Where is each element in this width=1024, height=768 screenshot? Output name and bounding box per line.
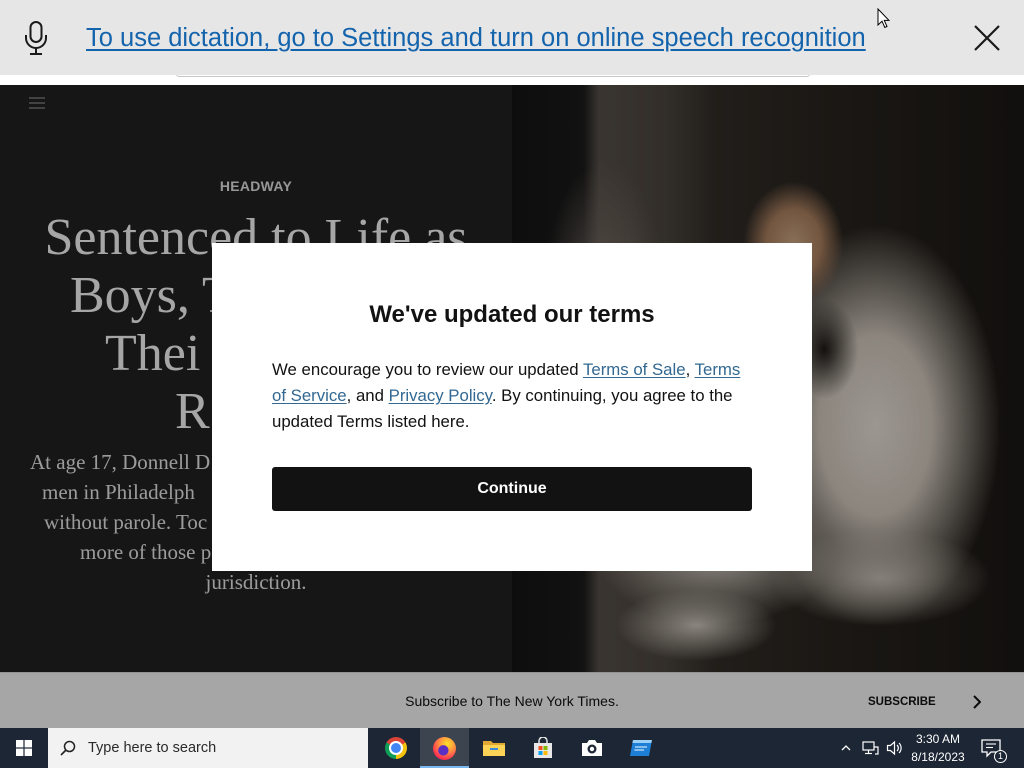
dialog-text: We encourage you to review our updated	[272, 360, 583, 379]
app-window-icon	[629, 740, 652, 756]
start-button[interactable]	[0, 728, 48, 768]
search-icon	[60, 740, 76, 756]
file-explorer-icon	[482, 741, 505, 756]
dictation-settings-link[interactable]: To use dictation, go to Settings and tur…	[86, 22, 866, 54]
taskbar-apps	[371, 728, 665, 768]
clock-date: 8/18/2023	[911, 750, 965, 764]
show-hidden-icons-icon[interactable]	[841, 744, 851, 751]
network-icon[interactable]	[862, 740, 879, 756]
taskbar-app-chrome[interactable]	[371, 728, 420, 768]
dialog-message: We encourage you to review our updated T…	[272, 357, 752, 435]
page-header-strip	[0, 75, 1024, 85]
taskbar-app-window[interactable]	[616, 728, 665, 768]
chrome-icon	[384, 737, 407, 759]
dictation-bar: To use dictation, go to Settings and tur…	[0, 0, 1024, 75]
camera-icon	[581, 740, 602, 756]
taskbar-clock[interactable]: 3:30 AM 8/18/2023	[906, 728, 970, 768]
taskbar-app-camera[interactable]	[567, 728, 616, 768]
privacy-policy-link[interactable]: Privacy Policy	[389, 386, 492, 405]
dialog-text: ,	[685, 360, 695, 379]
windows-start-icon	[16, 740, 32, 756]
taskbar: Type here to search 3:30 AM 8/18/2023 1	[0, 728, 1024, 768]
dialog-text: , and	[346, 386, 389, 405]
taskbar-app-firefox[interactable]	[420, 728, 469, 768]
close-icon[interactable]	[973, 24, 1001, 52]
taskbar-app-store[interactable]	[518, 728, 567, 768]
continue-button[interactable]: Continue	[272, 467, 752, 511]
search-placeholder: Type here to search	[88, 740, 217, 756]
terms-of-sale-link[interactable]: Terms of Sale	[583, 360, 686, 379]
microphone-icon	[25, 21, 47, 55]
taskbar-app-file-explorer[interactable]	[469, 728, 518, 768]
clock-time: 3:30 AM	[915, 732, 961, 746]
microsoft-store-icon	[533, 737, 552, 758]
header-field-edge	[176, 75, 810, 77]
terms-update-dialog: We've updated our terms We encourage you…	[212, 243, 812, 571]
taskbar-search-box[interactable]: Type here to search	[48, 728, 368, 768]
volume-icon[interactable]	[886, 740, 903, 756]
dialog-title: We've updated our terms	[369, 301, 655, 328]
notification-count-badge: 1	[994, 750, 1007, 763]
mouse-pointer-icon	[877, 8, 890, 29]
firefox-icon	[433, 736, 456, 760]
